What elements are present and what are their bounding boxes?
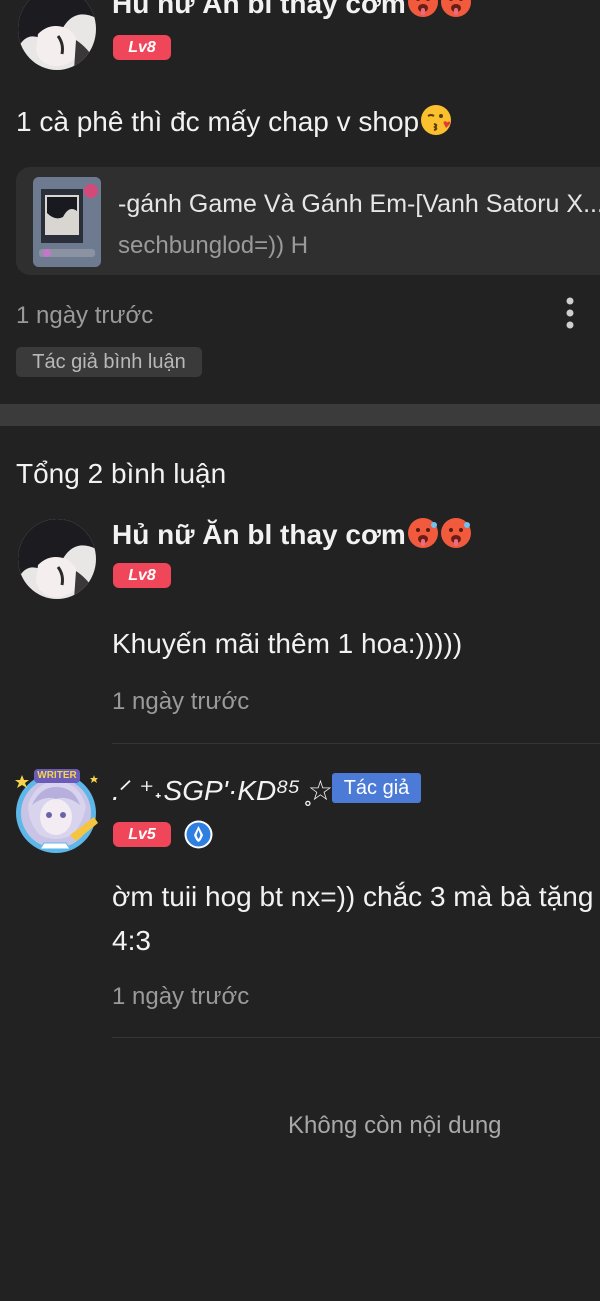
username[interactable]: .ᐟ ⁺˖SGP'·KD⁸⁵ ̥☆ (112, 774, 333, 807)
author-badge: Tác giả (332, 773, 421, 803)
hot-face-emoji (440, 517, 472, 549)
kissing-face-emoji (420, 104, 452, 136)
hot-face-emoji (407, 0, 439, 18)
avatar-frame-label: WRITER (37, 770, 77, 781)
story-subtitle: sechbunglod=)) H (118, 232, 309, 259)
reply-time: 1 ngày trước (112, 983, 250, 1010)
reply-text: ờm tuii hog bt nx=)) chắc 3 mà bà tặng (112, 881, 594, 912)
section-divider (0, 404, 600, 426)
reply-text-continued: 4:3 (112, 925, 151, 956)
story-title: -gánh Game Và Gánh Em-[Vanh Satoru X... (118, 190, 600, 218)
avatar[interactable]: WRITER (10, 765, 102, 857)
avatar[interactable] (18, 0, 96, 70)
story-cover (33, 177, 101, 267)
level-badge: Lv8 (113, 35, 171, 60)
verified-icon (184, 820, 213, 849)
level-badge: Lv8 (113, 563, 171, 588)
comment-detail-page: Hủ nữ Ăn bl thay cơm Lv8 1 cà phê thì đc… (0, 0, 600, 1301)
username[interactable]: Hủ nữ Ăn bl thay cơm (112, 0, 472, 20)
author-comment-tag: Tác giả bình luận (16, 347, 202, 377)
comment-time: 1 ngày trước (16, 302, 154, 329)
level-badge: Lv5 (113, 822, 171, 847)
replies-count-header: Tổng 2 bình luận (16, 458, 227, 489)
reply-divider (112, 743, 600, 744)
reply-text: Khuyến mãi thêm 1 hoa:))))) (112, 628, 463, 659)
hot-face-emoji (440, 0, 472, 18)
story-card[interactable]: -gánh Game Và Gánh Em-[Vanh Satoru X... … (16, 167, 600, 275)
username[interactable]: Hủ nữ Ăn bl thay cơm (112, 517, 472, 551)
comment-text: 1 cà phê thì đc mấy chap v shop (16, 104, 452, 138)
more-options-icon[interactable] (560, 296, 580, 330)
avatar[interactable] (18, 519, 96, 599)
hot-face-emoji (407, 517, 439, 549)
reply-time: 1 ngày trước (112, 688, 250, 715)
reply-divider (112, 1037, 600, 1038)
no-more-content-text: Không còn nội dung (288, 1112, 502, 1139)
